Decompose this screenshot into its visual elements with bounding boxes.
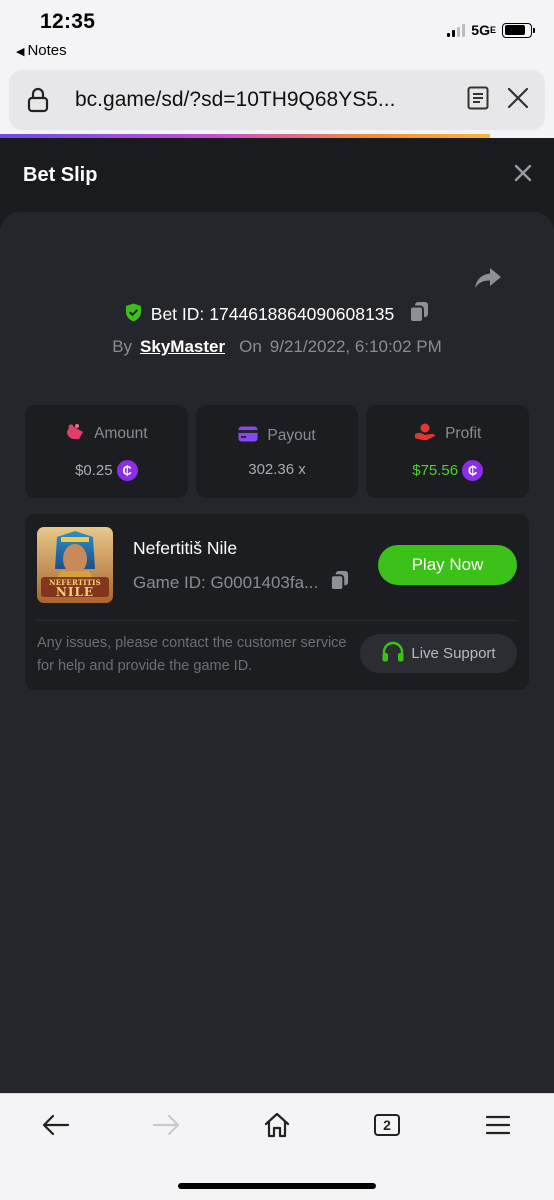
bet-slip-modal: Bet Slip Bet ID: 1744618864090608135 By …	[0, 138, 554, 1093]
status-indicators: 5G E	[447, 22, 535, 38]
network-e-icon: E	[489, 25, 496, 35]
bet-id-label: Bet ID:	[150, 304, 205, 324]
address-bar[interactable]: bc.game/sd/?sd=10TH9Q68YS5...	[9, 70, 545, 130]
headset-icon	[381, 641, 405, 667]
back-triangle-icon: ◀	[16, 46, 25, 58]
tabs-button[interactable]: 2	[367, 1110, 407, 1140]
lock-icon	[9, 87, 67, 113]
game-id-row: Game ID: G0001403fa...	[133, 570, 349, 596]
amount-label: Amount	[94, 425, 148, 442]
game-id-value: G0001403fa...	[210, 573, 319, 592]
modal-header: Bet Slip	[0, 138, 554, 212]
bet-id-row: Bet ID: 1744618864090608135	[0, 301, 554, 328]
amount-icon	[65, 423, 85, 446]
game-thumbnail[interactable]: NEFERTITIS NILE	[37, 527, 113, 603]
by-label: By	[112, 337, 133, 356]
tabs-count: 2	[374, 1114, 400, 1136]
cellular-signal-icon	[447, 23, 466, 37]
payout-label: Payout	[267, 427, 316, 444]
back-app-label: Notes	[27, 42, 67, 59]
reader-mode-icon[interactable]	[467, 86, 489, 115]
stat-amount: Amount $0.25 ₵	[25, 405, 188, 498]
verified-shield-icon	[125, 303, 142, 327]
copy-bet-id-icon[interactable]	[409, 301, 429, 328]
back-to-app-link[interactable]: ◀ Notes	[16, 42, 67, 59]
bet-stats: Amount $0.25 ₵ Payout 302.36 x Profit $7…	[25, 405, 530, 498]
close-tab-icon[interactable]	[507, 87, 529, 114]
forward-arrow-icon[interactable]	[146, 1110, 186, 1140]
bet-datetime: 9/21/2022, 6:10:02 PM	[269, 337, 442, 356]
stat-profit: Profit $75.56 ₵	[366, 405, 530, 498]
game-id-label: Game ID:	[133, 573, 206, 592]
bet-slip-panel: Bet ID: 1744618864090608135 By SkyMaster…	[0, 212, 554, 1093]
amount-value: $0.25	[75, 461, 113, 479]
clock: 12:35	[40, 10, 96, 33]
modal-title: Bet Slip	[23, 163, 98, 186]
battery-icon	[502, 22, 535, 38]
username-link[interactable]: SkyMaster	[140, 337, 225, 357]
on-label: On	[239, 337, 262, 356]
status-bar: 12:35 ◀ Notes 5G E	[0, 0, 554, 62]
profit-label: Profit	[445, 425, 482, 442]
bet-id-value: 1744618864090608135	[209, 304, 395, 324]
profit-value: $75.56	[412, 461, 459, 479]
support-notice: Any issues, please contact the customer …	[37, 635, 347, 674]
payout-value: 302.36 x	[248, 460, 306, 478]
network-type: 5G	[471, 22, 490, 38]
author-row: By SkyMaster On 9/21/2022, 6:10:02 PM	[0, 337, 554, 357]
share-icon[interactable]	[474, 267, 502, 294]
menu-icon[interactable]	[478, 1110, 518, 1140]
live-support-button[interactable]: Live Support	[360, 634, 517, 673]
close-icon[interactable]	[514, 164, 532, 187]
payout-icon	[238, 426, 258, 447]
coin-icon: ₵	[116, 459, 138, 481]
game-card: NEFERTITIS NILE Nefertitiš Nile Game ID:…	[25, 514, 529, 690]
stat-payout: Payout 302.36 x	[195, 405, 359, 498]
play-now-button[interactable]: Play Now	[378, 545, 517, 585]
thumb-title-bottom: NILE	[55, 585, 95, 599]
game-name: Nefertitiš Nile	[133, 538, 238, 558]
home-indicator	[178, 1183, 376, 1189]
home-icon[interactable]	[257, 1110, 297, 1140]
card-divider	[37, 620, 517, 621]
back-arrow-icon[interactable]	[36, 1110, 76, 1140]
profit-icon	[414, 423, 436, 446]
url-text[interactable]: bc.game/sd/?sd=10TH9Q68YS5...	[67, 88, 453, 112]
copy-game-id-icon[interactable]	[330, 570, 349, 596]
live-support-label: Live Support	[411, 645, 496, 662]
coin-icon: ₵	[462, 459, 484, 481]
